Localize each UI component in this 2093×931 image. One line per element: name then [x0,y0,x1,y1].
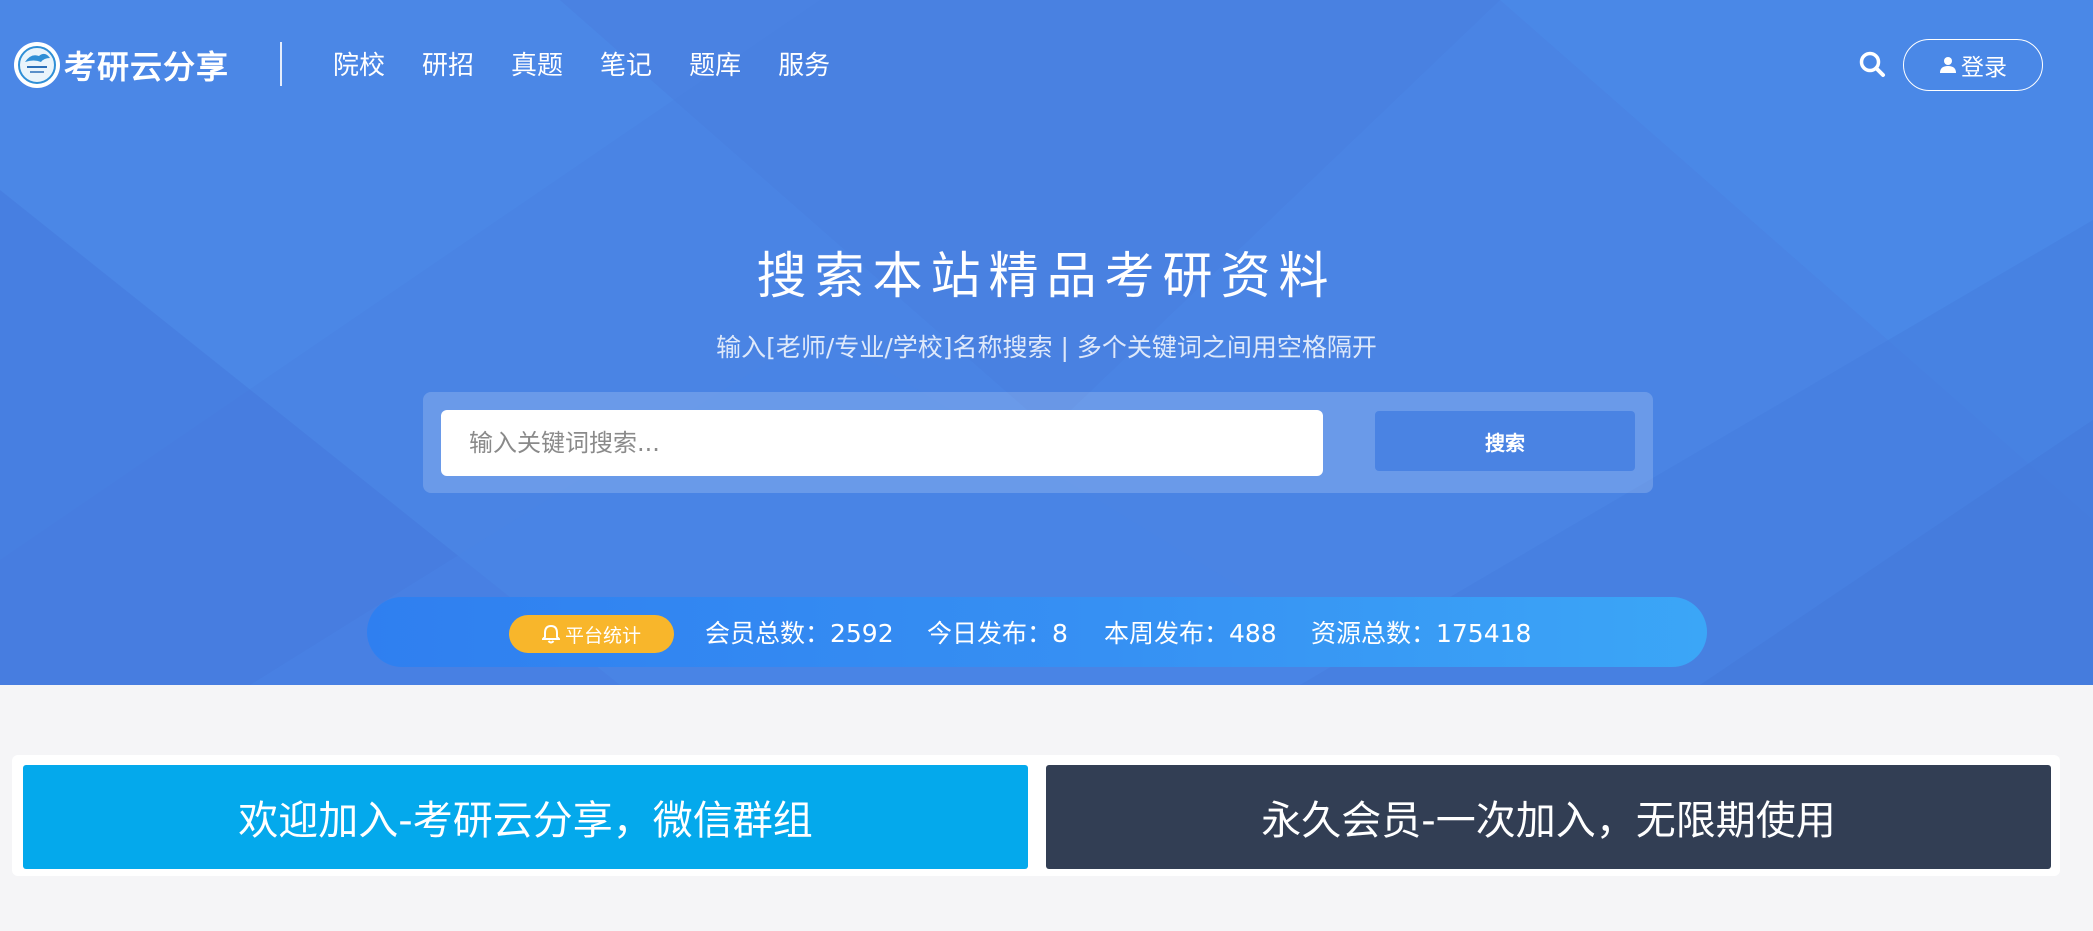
hero-title: 搜索本站精品考研资料 [756,247,1337,305]
user-icon [1940,57,1956,73]
nav-item-services[interactable]: 服务 [778,46,830,86]
nav-item-schools[interactable]: 院校 [333,46,385,86]
login-button[interactable]: 登录 [1903,39,2043,91]
bell-icon [541,624,560,644]
lifetime-member-banner[interactable]: 永久会员-一次加入，无限期使用 [1046,765,2051,869]
kaoyan-logo-icon [14,42,60,88]
stat-members: 会员总数：2592 [705,619,894,648]
nav-item-past-exams[interactable]: 真题 [511,46,563,86]
site-logo[interactable]: 考研云分享 [14,40,229,90]
search-icon[interactable] [1857,49,1889,81]
login-label: 登录 [1961,55,2007,81]
stats-badge-label: 平台统计 [564,624,641,647]
nav-item-notes[interactable]: 笔记 [600,46,652,86]
nav-item-admissions[interactable]: 研招 [422,46,474,86]
stat-total: 资源总数：175418 [1311,619,1532,648]
hero-subtitle: 输入[老师/专业/学校]名称搜索 | 多个关键词之间用空格隔开 [716,333,1377,362]
search-button[interactable]: 搜索 [1375,411,1635,471]
stat-today: 今日发布：8 [927,619,1068,648]
header-divider [280,42,282,86]
search-input[interactable] [441,410,1323,476]
top-navigation: 考研云分享 院校 研招 真题 笔记 题库 服务 登录 [0,0,2093,130]
wechat-group-banner[interactable]: 欢迎加入-考研云分享，微信群组 [23,765,1028,869]
stat-week: 本周发布：488 [1104,619,1277,648]
nav-item-question-bank[interactable]: 题库 [689,46,741,86]
main-nav: 院校 研招 真题 笔记 题库 服务 [333,46,867,86]
site-name: 考研云分享 [64,48,230,86]
stats-badge: 平台统计 [509,615,674,653]
